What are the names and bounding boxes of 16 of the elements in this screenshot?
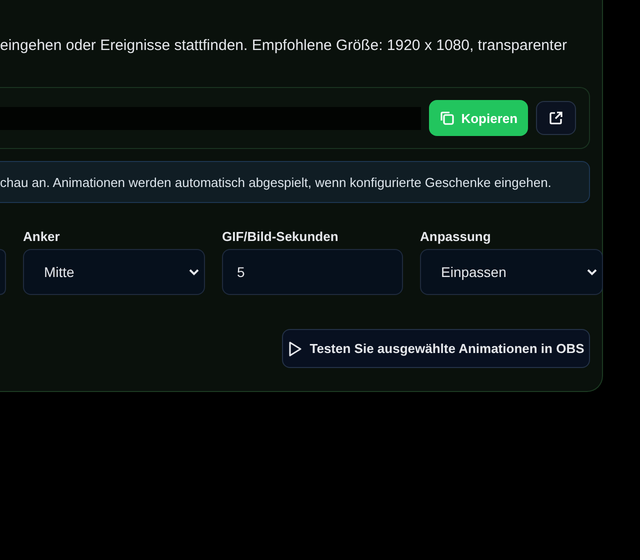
info-text: chau an. Animationen werden automatisch abgespielt, wenn konfigurierte Geschenke eingehen.: [0, 161, 590, 203]
copy-icon: [439, 110, 456, 126]
input-field[interactable]: 5: [222, 249, 403, 295]
description-text: eingehen oder Ereignisse stattfinden. Empfohlene Größe: 1920 x 1080, transparenter: [0, 36, 568, 56]
select-field[interactable]: Einpassen: [420, 249, 603, 295]
field-label: Anpassung: [420, 229, 492, 246]
chevron-down-icon: [189, 268, 199, 276]
select-field[interactable]: [0, 249, 6, 295]
play-icon: [288, 340, 302, 356]
field-label: GIF/Bild-Sekunden: [222, 229, 340, 246]
open-external-button[interactable]: [536, 101, 576, 135]
external-link-icon: [548, 111, 563, 125]
field-label: Anker: [23, 229, 61, 246]
select-field[interactable]: Mitte: [23, 249, 205, 295]
chevron-down-icon: [587, 268, 597, 276]
test-button[interactable]: Testen Sie ausgewählte Animationen in OBS: [282, 329, 590, 368]
